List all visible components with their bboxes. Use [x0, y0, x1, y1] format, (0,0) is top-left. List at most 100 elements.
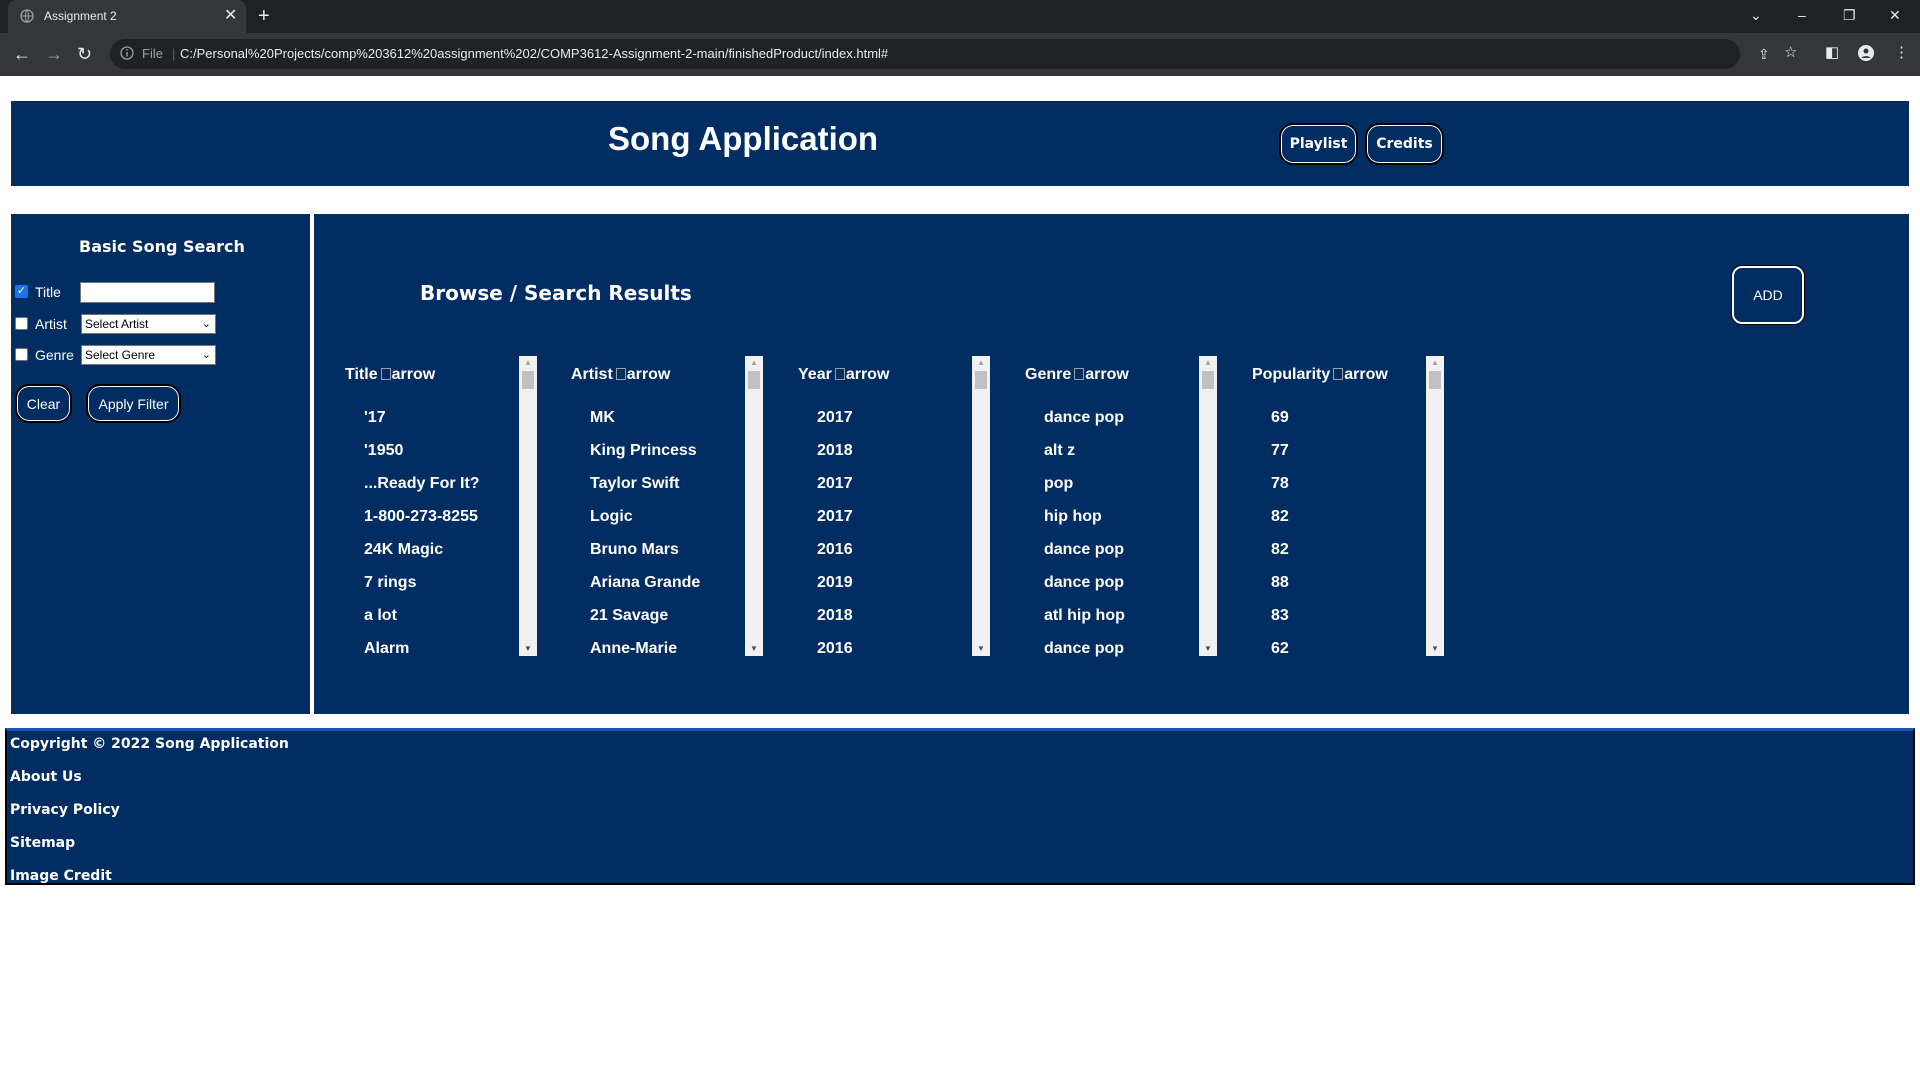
new-tab-icon[interactable]: +	[258, 4, 270, 28]
year-column-header[interactable]: Year arrow	[798, 366, 889, 384]
list-item[interactable]: 2017	[817, 475, 977, 508]
scroll-down-icon[interactable]: ▼	[519, 642, 537, 656]
list-item[interactable]: dance pop	[1044, 574, 1204, 607]
credits-button[interactable]: Credits	[1365, 123, 1444, 165]
list-item[interactable]: '1950	[364, 442, 524, 475]
bookmark-star-icon[interactable]: ☆	[1784, 44, 1797, 62]
scroll-thumb[interactable]	[975, 371, 987, 389]
scroll-up-icon[interactable]: ▲	[1426, 356, 1444, 370]
title-scrollbar[interactable]: ▲ ▼	[519, 356, 537, 656]
profile-icon[interactable]	[1858, 45, 1874, 61]
scroll-up-icon[interactable]: ▲	[745, 356, 763, 370]
list-item[interactable]: ...Ready For It?	[364, 475, 524, 508]
add-button[interactable]: ADD	[1732, 266, 1804, 324]
list-item[interactable]: 2017	[817, 508, 977, 541]
genre-scrollbar[interactable]: ▲ ▼	[1199, 356, 1217, 656]
scroll-down-icon[interactable]: ▼	[1199, 642, 1217, 656]
list-item[interactable]: dance pop	[1044, 640, 1204, 673]
address-bar[interactable]: File | C:/Personal%20Projects/comp%20361…	[110, 39, 1770, 69]
scroll-up-icon[interactable]: ▲	[972, 356, 990, 370]
list-item[interactable]: Bruno Mars	[590, 541, 750, 574]
list-item[interactable]: 1-800-273-8255	[364, 508, 524, 541]
forward-icon[interactable]: →	[45, 43, 63, 65]
scroll-thumb[interactable]	[522, 371, 534, 389]
list-item[interactable]: hip hop	[1044, 508, 1204, 541]
back-icon[interactable]: ←	[13, 43, 31, 65]
list-item[interactable]: 7 rings	[364, 574, 524, 607]
popularity-column-header[interactable]: Popularity arrow	[1252, 366, 1388, 384]
artist-column-header[interactable]: Artist arrow	[571, 366, 670, 384]
scroll-down-icon[interactable]: ▼	[1426, 642, 1444, 656]
list-item[interactable]: Alarm	[364, 640, 524, 673]
restore-icon[interactable]: ❐	[1843, 5, 1856, 25]
list-item[interactable]: 24K Magic	[364, 541, 524, 574]
title-column-header[interactable]: Title arrow	[345, 366, 435, 384]
list-item[interactable]: 2016	[817, 640, 977, 673]
scroll-thumb[interactable]	[748, 371, 760, 389]
list-item[interactable]: 69	[1271, 409, 1431, 442]
scroll-down-icon[interactable]: ▼	[972, 642, 990, 656]
menu-kebab-icon[interactable]: ⋮	[1894, 44, 1909, 62]
artist-scrollbar[interactable]: ▲ ▼	[745, 356, 763, 656]
about-us-link[interactable]: About Us	[10, 769, 82, 785]
list-item[interactable]: 77	[1271, 442, 1431, 475]
artist-checkbox[interactable]	[15, 317, 28, 330]
genre-checkbox[interactable]	[15, 348, 28, 361]
list-item[interactable]: 88	[1271, 574, 1431, 607]
list-item[interactable]: '17	[364, 409, 524, 442]
privacy-policy-link[interactable]: Privacy Policy	[10, 802, 120, 818]
genre-column-header[interactable]: Genre arrow	[1025, 366, 1129, 384]
scroll-up-icon[interactable]: ▲	[519, 356, 537, 370]
list-item[interactable]: MK	[590, 409, 750, 442]
artist-select[interactable]: Select Artist ⌄	[81, 314, 216, 334]
genre-select[interactable]: Select Genre ⌄	[81, 345, 216, 365]
list-item[interactable]: atl hip hop	[1044, 607, 1204, 640]
popularity-scrollbar[interactable]: ▲ ▼	[1426, 356, 1444, 656]
title-checkbox[interactable]: ✓	[15, 285, 28, 298]
list-item[interactable]: 83	[1271, 607, 1431, 640]
scroll-thumb[interactable]	[1202, 371, 1214, 389]
sort-arrow-icon[interactable]: arrow	[380, 366, 435, 384]
list-item[interactable]: a lot	[364, 607, 524, 640]
list-item[interactable]: 2018	[817, 607, 977, 640]
image-credit-link[interactable]: Image Credit	[10, 868, 112, 884]
list-item[interactable]: 2018	[817, 442, 977, 475]
share-icon[interactable]: ⇪	[1758, 46, 1770, 62]
list-item[interactable]: Anne-Marie	[590, 640, 750, 673]
list-item[interactable]: King Princess	[590, 442, 750, 475]
list-item[interactable]: 2019	[817, 574, 977, 607]
clear-button[interactable]: Clear	[15, 384, 72, 423]
list-item[interactable]: 2016	[817, 541, 977, 574]
scroll-thumb[interactable]	[1429, 371, 1441, 389]
list-item[interactable]: dance pop	[1044, 409, 1204, 442]
sort-arrow-icon[interactable]: arrow	[1333, 366, 1388, 384]
url-text[interactable]: C:/Personal%20Projects/comp%203612%20ass…	[180, 46, 888, 61]
title-search-input[interactable]	[80, 282, 215, 303]
reload-icon[interactable]: ↻	[77, 43, 92, 65]
sort-arrow-icon[interactable]: arrow	[834, 366, 889, 384]
close-window-icon[interactable]: ✕	[1889, 5, 1901, 25]
year-scrollbar[interactable]: ▲ ▼	[972, 356, 990, 656]
sort-arrow-icon[interactable]: arrow	[615, 366, 670, 384]
sort-arrow-icon[interactable]: arrow	[1074, 366, 1129, 384]
sitemap-link[interactable]: Sitemap	[10, 835, 75, 851]
apply-filter-button[interactable]: Apply Filter	[86, 384, 181, 423]
minimize-icon[interactable]: –	[1798, 5, 1806, 25]
side-panel-icon[interactable]: ◧	[1825, 44, 1839, 62]
list-item[interactable]: 21 Savage	[590, 607, 750, 640]
list-item[interactable]: pop	[1044, 475, 1204, 508]
tab-search-icon[interactable]: ⌄	[1750, 5, 1762, 25]
browser-tab[interactable]: Assignment 2 ✕	[8, 0, 246, 33]
list-item[interactable]: Taylor Swift	[590, 475, 750, 508]
list-item[interactable]: 2017	[817, 409, 977, 442]
list-item[interactable]: Ariana Grande	[590, 574, 750, 607]
list-item[interactable]: 82	[1271, 508, 1431, 541]
playlist-button[interactable]: Playlist	[1279, 123, 1358, 165]
list-item[interactable]: 78	[1271, 475, 1431, 508]
scroll-up-icon[interactable]: ▲	[1199, 356, 1217, 370]
info-icon[interactable]	[120, 46, 134, 60]
close-tab-icon[interactable]: ✕	[224, 6, 237, 26]
list-item[interactable]: 82	[1271, 541, 1431, 574]
list-item[interactable]: alt z	[1044, 442, 1204, 475]
scroll-down-icon[interactable]: ▼	[745, 642, 763, 656]
